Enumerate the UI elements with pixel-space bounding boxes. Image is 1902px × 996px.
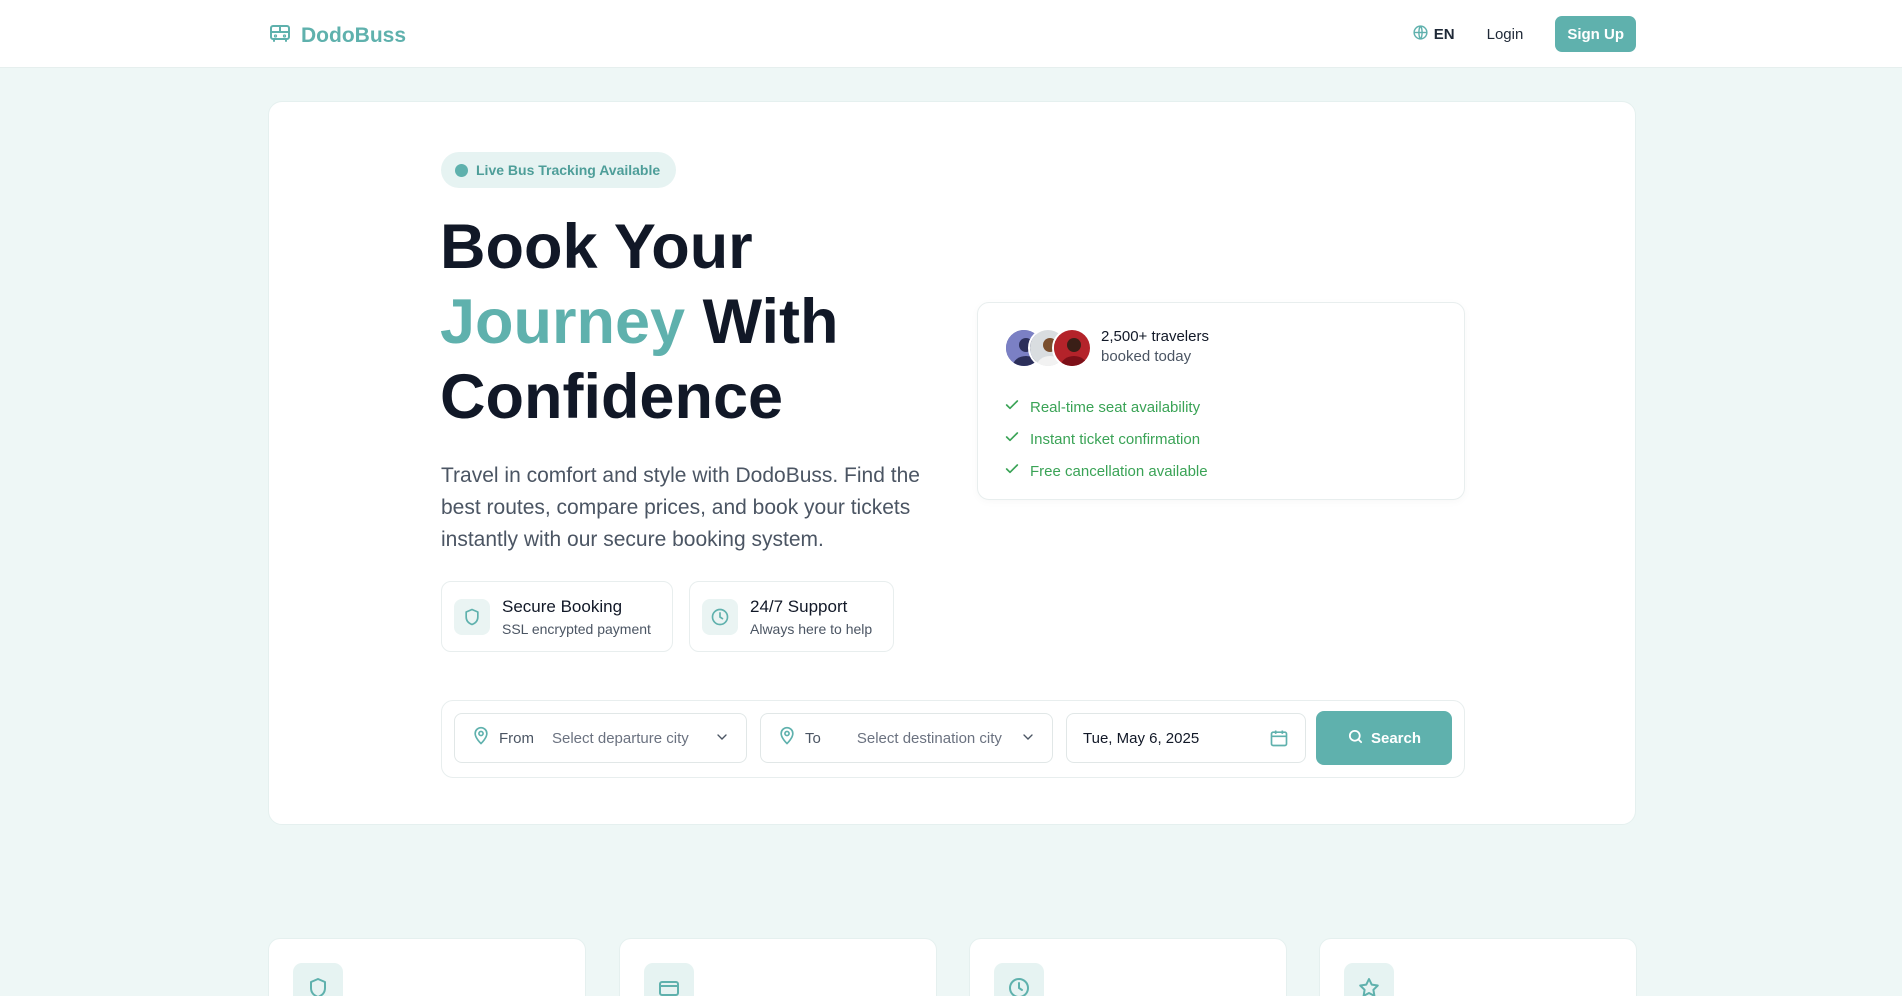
traveler-avatars [1004, 328, 1094, 368]
credit-card-icon [644, 963, 694, 996]
traveler-subtitle: booked today [1101, 348, 1192, 365]
live-tracking-badge: Live Bus Tracking Available [441, 152, 677, 188]
to-label: To [805, 729, 821, 747]
live-dot-icon [455, 163, 468, 177]
benefit-text: Free cancellation available [1030, 462, 1208, 480]
benefit-list: Real-time seat availability Instant tick… [1004, 391, 1208, 487]
from-city-select[interactable]: From Select departure city [454, 713, 747, 763]
chevron-down-icon [1020, 729, 1036, 749]
benefit-text: Instant ticket confirmation [1030, 430, 1201, 448]
hero-description: Travel in comfort and style with DodoBus… [441, 464, 920, 551]
hero-headline: Book Your Journey With Confidence [440, 210, 1000, 435]
to-placeholder: Select destination city [856, 729, 1002, 747]
clock-icon [702, 598, 738, 635]
travel-date-picker[interactable]: Tue, May 6, 2025 [1066, 713, 1306, 763]
from-placeholder: Select departure city [552, 729, 689, 747]
brand-name: DodoBuss [301, 24, 406, 47]
shield-icon [293, 963, 343, 996]
feature-card [969, 938, 1287, 996]
brand-logo[interactable]: DodoBuss [268, 21, 406, 51]
signup-button[interactable]: Sign Up [1555, 16, 1636, 52]
hero-section: Live Bus Tracking Available Book Your Jo… [268, 101, 1636, 825]
feature-card [619, 938, 937, 996]
feature-title: 24/7 Support [750, 596, 848, 616]
headline-line2-rest: With [685, 287, 839, 357]
check-icon [1004, 461, 1020, 481]
benefit-item: Instant ticket confirmation [1004, 423, 1208, 455]
check-icon [1004, 397, 1020, 417]
search-button-label: Search [1370, 729, 1422, 747]
social-proof-card: 2,500+ travelers booked today Real-time … [977, 302, 1465, 500]
feature-support: 24/7 Support Always here to help [689, 581, 894, 652]
shield-icon [454, 598, 490, 635]
to-city-select[interactable]: To Select destination city [760, 713, 1053, 763]
headline-line1: Book Your [440, 212, 753, 282]
search-button[interactable]: Search [1316, 711, 1452, 765]
check-icon [1004, 429, 1020, 449]
feature-card [268, 938, 586, 996]
bus-icon [268, 21, 292, 51]
date-value: Tue, May 6, 2025 [1083, 729, 1200, 747]
globe-icon [1412, 24, 1429, 45]
feature-card [1319, 938, 1637, 996]
headline-accent: Journey [440, 287, 686, 357]
benefit-item: Free cancellation available [1004, 455, 1208, 487]
badge-text: Live Bus Tracking Available [476, 162, 661, 178]
chevron-down-icon [714, 729, 730, 749]
map-pin-icon [777, 726, 797, 750]
feature-subtitle: SSL encrypted payment [502, 620, 651, 637]
search-bar: From Select departure city To Select des… [441, 700, 1465, 778]
benefit-text: Real-time seat availability [1030, 398, 1201, 416]
star-icon [1344, 963, 1394, 996]
avatar [1052, 328, 1092, 368]
map-pin-icon [471, 726, 491, 750]
search-icon [1347, 728, 1364, 749]
login-button[interactable]: Login [1473, 26, 1538, 43]
calendar-icon [1269, 728, 1289, 752]
clock-icon [994, 963, 1044, 996]
benefit-item: Real-time seat availability [1004, 391, 1208, 423]
feature-subtitle: Always here to help [750, 620, 873, 637]
top-navbar: DodoBuss EN Login Sign Up [0, 0, 1902, 68]
traveler-count: 2,500+ travelers [1101, 328, 1209, 345]
headline-line3: Confidence [440, 362, 784, 432]
feature-secure-booking: Secure Booking SSL encrypted payment [441, 581, 673, 652]
from-label: From [499, 729, 534, 747]
language-code: EN [1433, 25, 1455, 43]
feature-title: Secure Booking [502, 596, 623, 616]
language-selector[interactable]: EN [1412, 24, 1455, 45]
